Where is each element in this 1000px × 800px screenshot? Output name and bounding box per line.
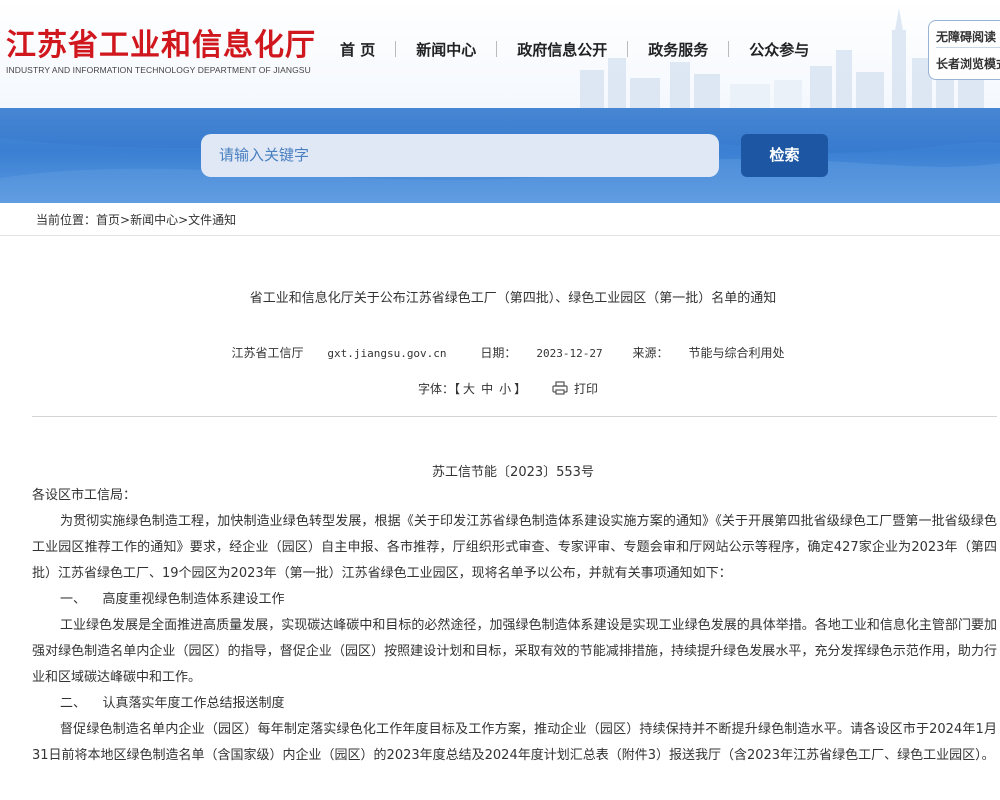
article-source: 节能与综合利用处 [688, 346, 785, 360]
nav-divider [627, 41, 629, 57]
site-logo-title[interactable]: 江苏省工业和信息化厅 [6, 20, 316, 64]
article-meta: 江苏省工信厅 gxt.jiangsu.gov.cn 日期： 2023-12-27 … [0, 344, 1000, 361]
article-date-label: 日期： [480, 346, 517, 360]
article-body: 各设区市工信局： 为贯彻实施绿色制造工程，加快制造业绿色转型发展，根据《关于印发… [32, 483, 997, 769]
font-size-medium[interactable]: 中 [481, 382, 493, 396]
search-input[interactable]: 请输入关键字 [201, 134, 719, 177]
nav-divider [728, 41, 730, 57]
article-paragraph: 为贯彻实施绿色制造工程，加快制造业绿色转型发展，根据《关于印发江苏省绿色制造体系… [32, 514, 997, 581]
breadcrumb-home[interactable]: 首页 [96, 213, 120, 227]
font-size-close: 】 [514, 382, 527, 396]
nav-news-center[interactable]: 新闻中心 [416, 39, 476, 60]
breadcrumb-file-notices[interactable]: 文件通知 [188, 213, 236, 227]
search-button[interactable]: 检索 [741, 134, 828, 177]
breadcrumb: 当前位置：首页>新闻中心>文件通知 [36, 211, 236, 228]
article-salutation: 各设区市工信局： [32, 488, 137, 503]
article-publisher: 江苏省工信厅 [231, 346, 304, 360]
article-tools: 字体：【大中小】 打印 [0, 380, 1000, 397]
print-button[interactable]: 打印 [552, 381, 598, 396]
printer-icon [552, 381, 568, 395]
main-nav: 首 页 新闻中心 政府信息公开 政务服务 公众参与 [340, 36, 809, 62]
breadcrumb-label: 当前位置： [36, 213, 97, 227]
nav-gov-info[interactable]: 政府信息公开 [517, 39, 607, 60]
article-site: gxt.jiangsu.gov.cn [327, 347, 447, 360]
article-paragraph: 督促绿色制造名单内企业（园区）每年制定落实绿色化工作年度目标及工作方案，推动企业… [32, 722, 997, 763]
site-logo-subtitle: INDUSTRY AND INFORMATION TECHNOLOGY DEPA… [6, 65, 311, 75]
article-source-label: 来源： [632, 346, 669, 360]
nav-home[interactable]: 首 页 [340, 39, 375, 60]
breadcrumb-separator: > [120, 213, 131, 227]
elder-mode-button[interactable]: 长者浏览模式 [936, 55, 1000, 72]
nav-public-participation[interactable]: 公众参与 [749, 39, 809, 60]
section-heading: 一、 高度重视绿色制造体系建设工作 [60, 592, 285, 607]
article-paragraph: 工业绿色发展是全面推进高质量发展，实现碳达峰碳中和目标的必然途径，加强绿色制造体… [32, 618, 997, 685]
article-title: 省工业和信息化厅关于公布江苏省绿色工厂（第四批）、绿色工业园区（第一批）名单的通… [249, 291, 777, 306]
section-heading: 二、 认真落实年度工作总结报送制度 [60, 696, 285, 711]
accessibility-button[interactable]: 无障碍阅读 [936, 28, 1000, 45]
font-size-large[interactable]: 大 [463, 382, 475, 396]
print-label: 打印 [573, 382, 598, 396]
article-date: 2023-12-27 [536, 347, 603, 360]
font-size-small[interactable]: 小 [499, 382, 511, 396]
nav-divider [496, 41, 498, 57]
font-size-label: 字体：【 [418, 382, 461, 396]
nav-gov-services[interactable]: 政务服务 [648, 39, 708, 60]
breadcrumb-separator: > [178, 213, 189, 227]
accessibility-divider [936, 47, 1000, 48]
document-number: 苏工信节能〔2023〕553号 [432, 465, 594, 480]
breadcrumb-news-center[interactable]: 新闻中心 [130, 213, 178, 227]
site-header: 江苏省工业和信息化厅 INDUSTRY AND INFORMATION TECH… [0, 0, 1000, 108]
article-divider [32, 416, 997, 417]
nav-divider [395, 41, 397, 57]
